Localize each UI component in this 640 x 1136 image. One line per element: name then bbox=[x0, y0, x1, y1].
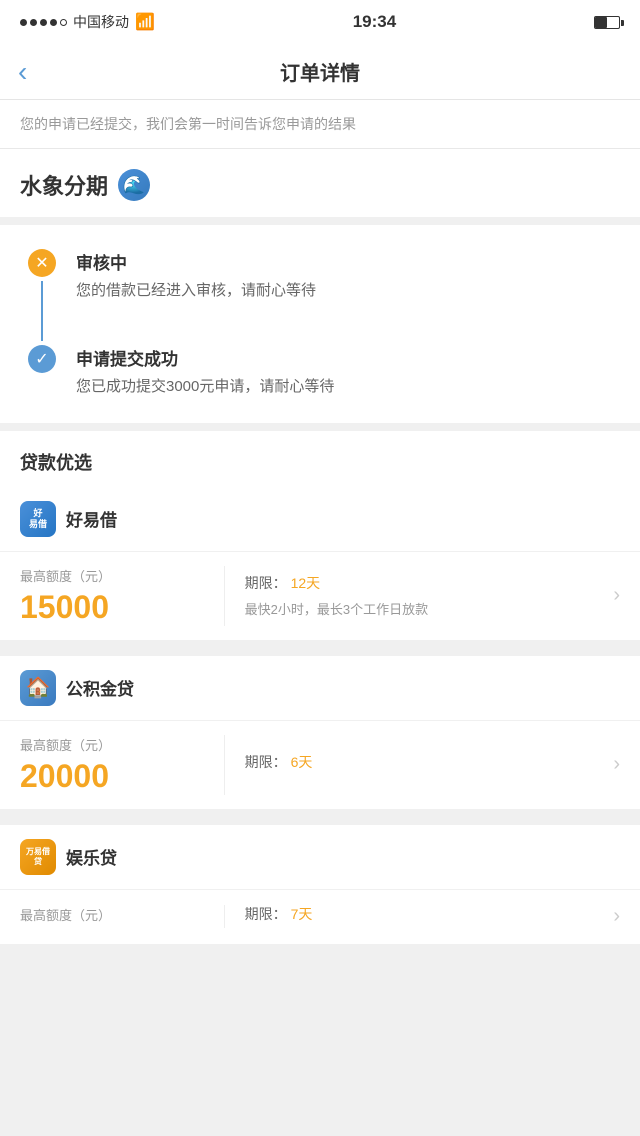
loan-amount-label-3: 最高额度（元） bbox=[20, 905, 208, 924]
wifi-icon: 📶 bbox=[135, 12, 155, 32]
loan-card-header-3: 万易借贷 娱乐贷 bbox=[0, 825, 640, 890]
brand-icon: 🌊 bbox=[118, 169, 150, 201]
loan-period-3: 期限： 7天 bbox=[245, 904, 614, 924]
loan-right-3: 期限： 7天 › bbox=[225, 904, 620, 930]
loan-left-1: 最高额度（元） 15000 bbox=[20, 566, 225, 626]
loan-logo-yule: 万易借贷 bbox=[20, 839, 56, 875]
loan-right-2: 期限： 6天 › bbox=[225, 752, 620, 778]
timeline-desc-1: 您的借款已经进入审核，请耐心等待 bbox=[76, 280, 612, 303]
brand-name: 水象分期 bbox=[20, 169, 108, 201]
loan-name-yule: 娱乐贷 bbox=[66, 844, 117, 869]
loan-card-body-3: 最高额度（元） 期限： 7天 › bbox=[0, 890, 640, 944]
page-title: 订单详情 bbox=[280, 57, 360, 86]
loan-logo-gongjijin: 🏠 bbox=[20, 670, 56, 706]
dot4 bbox=[50, 19, 57, 26]
timeline-desc-2: 您已成功提交3000元申请，请耐心等待 bbox=[76, 376, 612, 399]
loan-logo-haoyijie: 好易借 bbox=[20, 501, 56, 537]
dot3 bbox=[40, 19, 47, 26]
loan-section-header: 贷款优选 bbox=[0, 431, 640, 487]
status-time: 19:34 bbox=[353, 12, 396, 32]
timeline-item-submitted: ✓ 申请提交成功 您已成功提交3000元申请，请耐心等待 bbox=[28, 345, 612, 399]
loan-section-title: 贷款优选 bbox=[20, 453, 92, 473]
notice-text: 您的申请已经提交，我们会第一时间告诉您申请的结果 bbox=[20, 116, 356, 132]
loan-name-haoyijie: 好易借 bbox=[66, 506, 117, 531]
loan-card-body-2: 最高额度（元） 20000 期限： 6天 › bbox=[0, 721, 640, 809]
timeline-title-2: 申请提交成功 bbox=[76, 345, 612, 370]
back-button[interactable]: ‹ bbox=[18, 56, 27, 88]
battery-icon bbox=[594, 16, 620, 29]
signal-dots bbox=[20, 19, 67, 26]
timeline-section: ✕ 审核中 您的借款已经进入审核，请耐心等待 ✓ 申请提交成功 您已成功提交30… bbox=[0, 225, 640, 431]
loan-left-3: 最高额度（元） bbox=[20, 905, 225, 928]
battery-fill bbox=[595, 17, 607, 28]
loan-amount-label-2: 最高额度（元） bbox=[20, 735, 208, 754]
carrier-label: 中国移动 bbox=[73, 12, 129, 32]
loan-note-1: 最快2小时，最长3个工作日放款 bbox=[245, 599, 614, 618]
dot1 bbox=[20, 19, 27, 26]
loan-card-haoyijie[interactable]: 好易借 好易借 最高额度（元） 15000 期限： 12天 最快2小时，最长3个… bbox=[0, 487, 640, 640]
loan-right-1: 期限： 12天 最快2小时，最长3个工作日放款 › bbox=[225, 573, 620, 618]
loan-amount-1: 15000 bbox=[20, 589, 208, 626]
loan-amount-label-1: 最高额度（元） bbox=[20, 566, 208, 585]
timeline-line-1: ✕ bbox=[28, 249, 56, 345]
loan-period-2: 期限： 6天 bbox=[245, 752, 614, 772]
timeline-content-1: 审核中 您的借款已经进入审核，请耐心等待 bbox=[76, 249, 612, 345]
loan-left-2: 最高额度（元） 20000 bbox=[20, 735, 225, 795]
chevron-right-icon-3: › bbox=[613, 905, 620, 928]
timeline-circle-orange: ✕ bbox=[28, 249, 56, 277]
loan-amount-2: 20000 bbox=[20, 758, 208, 795]
loan-details-3: 期限： 7天 bbox=[245, 904, 614, 930]
loan-card-header-1: 好易借 好易借 bbox=[0, 487, 640, 552]
brand-emoji: 🌊 bbox=[123, 175, 145, 196]
brand-section: 水象分期 🌊 bbox=[0, 149, 640, 225]
status-bar: 中国移动 📶 19:34 bbox=[0, 0, 640, 44]
loan-details-1: 期限： 12天 最快2小时，最长3个工作日放款 bbox=[245, 573, 614, 618]
divider-1 bbox=[0, 648, 640, 656]
loan-card-gongjijin[interactable]: 🏠 公积金贷 最高额度（元） 20000 期限： 6天 › bbox=[0, 656, 640, 809]
chevron-right-icon-1: › bbox=[613, 584, 620, 607]
timeline-content-2: 申请提交成功 您已成功提交3000元申请，请耐心等待 bbox=[76, 345, 612, 399]
timeline-item-reviewing: ✕ 审核中 您的借款已经进入审核，请耐心等待 bbox=[28, 249, 612, 345]
loan-card-yule[interactable]: 万易借贷 娱乐贷 最高额度（元） 期限： 7天 › bbox=[0, 825, 640, 944]
divider-2 bbox=[0, 817, 640, 825]
loan-name-gongjijin: 公积金贷 bbox=[66, 675, 134, 700]
status-right bbox=[594, 16, 620, 29]
loan-card-body-1: 最高额度（元） 15000 期限： 12天 最快2小时，最长3个工作日放款 › bbox=[0, 552, 640, 640]
timeline-title-1: 审核中 bbox=[76, 249, 612, 274]
status-left: 中国移动 📶 bbox=[20, 12, 155, 32]
nav-bar: ‹ 订单详情 bbox=[0, 44, 640, 100]
dot2 bbox=[30, 19, 37, 26]
loan-card-header-2: 🏠 公积金贷 bbox=[0, 656, 640, 721]
timeline-circle-blue: ✓ bbox=[28, 345, 56, 373]
loan-details-2: 期限： 6天 bbox=[245, 752, 614, 778]
timeline-line-2: ✓ bbox=[28, 345, 56, 399]
notice-bar: 您的申请已经提交，我们会第一时间告诉您申请的结果 bbox=[0, 100, 640, 149]
timeline-vline bbox=[41, 281, 43, 341]
loan-period-1: 期限： 12天 bbox=[245, 573, 614, 593]
dot5 bbox=[60, 19, 67, 26]
chevron-right-icon-2: › bbox=[613, 753, 620, 776]
